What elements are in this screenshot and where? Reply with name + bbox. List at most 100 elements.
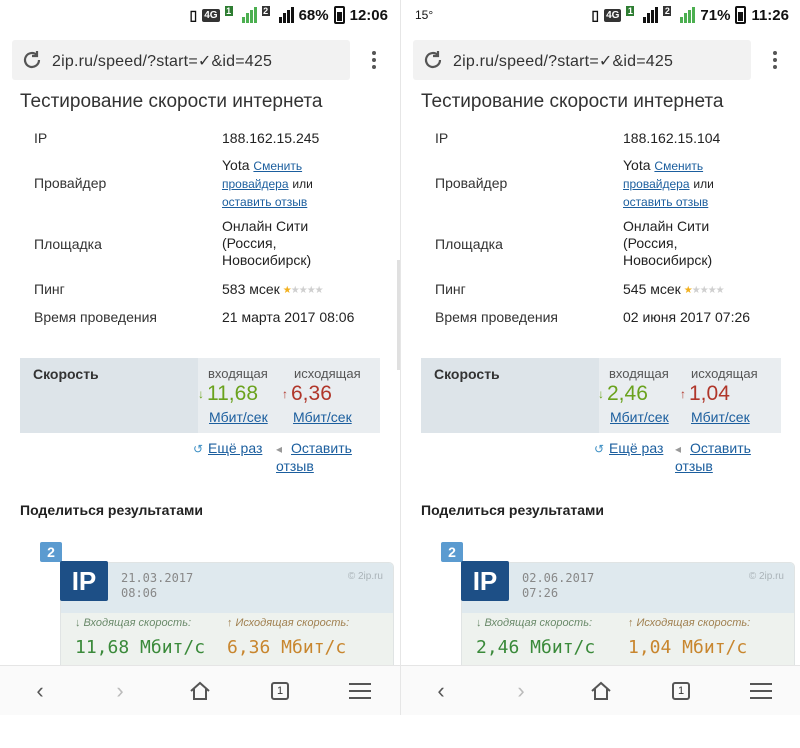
back-icon[interactable]: ‹ xyxy=(27,678,53,704)
site-line: Онлайн Сити xyxy=(623,218,710,234)
forward-icon[interactable]: › xyxy=(508,678,534,704)
arrow-up-icon: ↑ xyxy=(282,387,288,402)
speed-result-block: Скорость входящая исходящая ↓ 2,46 ↑ 1,04 … xyxy=(421,358,781,433)
card-date: 21.03.2017 08:06 xyxy=(121,571,194,600)
provider-name: Yota xyxy=(222,157,250,173)
time-label: Время проведения xyxy=(435,309,559,325)
browser-bottom-nav: ‹ › 1 xyxy=(401,665,800,715)
card-outgoing-value: 1,04 Мбит/с xyxy=(628,637,748,658)
url-bar[interactable]: 2ip.ru/speed/?start=✓&id=425 xyxy=(12,40,350,80)
ip-logo: IP xyxy=(461,561,509,601)
provider-name: Yota xyxy=(623,157,651,173)
retry-button[interactable]: ↺ Ещё раз xyxy=(193,440,262,456)
site-value: Онлайн Сити (Россия, Новосибирск) xyxy=(222,218,311,269)
signal-bars-icon xyxy=(680,7,696,23)
card-incoming-value: 11,68 Мбит/с xyxy=(75,637,206,658)
forward-icon[interactable]: › xyxy=(107,678,133,704)
change-provider-link-cont[interactable]: провайдера xyxy=(623,177,690,191)
incoming-value: 2,46 xyxy=(607,382,648,405)
outgoing-unit[interactable]: Мбит/сек xyxy=(293,409,352,425)
change-provider-link-cont[interactable]: провайдера xyxy=(222,177,289,191)
page-title: Тестирование скорости интернета xyxy=(20,91,323,112)
ping-label: Пинг xyxy=(435,281,466,297)
retry-button[interactable]: ↺ Ещё раз xyxy=(594,440,663,456)
tabs-icon[interactable]: 1 xyxy=(668,678,694,704)
url-bar[interactable]: 2ip.ru/speed/?start=✓&id=425 xyxy=(413,40,751,80)
reload-icon[interactable] xyxy=(20,48,44,72)
outgoing-header: исходящая xyxy=(294,366,361,381)
hamburger-menu-icon[interactable] xyxy=(748,678,774,704)
url-text[interactable]: 2ip.ru/speed/?start=✓&id=425 xyxy=(52,51,272,71)
home-icon[interactable] xyxy=(588,678,614,704)
time-value: 02 июня 2017 07:26 xyxy=(623,309,751,325)
browser-menu-icon[interactable] xyxy=(765,48,785,72)
tabs-icon[interactable]: 1 xyxy=(267,678,293,704)
signal-bars-icon xyxy=(241,7,257,23)
battery-icon xyxy=(735,6,747,24)
card-date: 02.06.2017 07:26 xyxy=(522,571,595,600)
vibrate-icon: ▯ xyxy=(189,6,198,23)
screenshot-panel-left: ▯ 4G 1 2 68% 12:06 2ip.ru/speed/?start=✓… xyxy=(0,0,400,715)
home-icon[interactable] xyxy=(187,678,213,704)
leave-review-link[interactable]: оставить отзыв xyxy=(623,195,708,209)
provider-label: Провайдер xyxy=(435,175,508,191)
card-incoming-label: ↓ Входящая скорость: xyxy=(75,617,192,629)
time-value: 21 марта 2017 08:06 xyxy=(222,309,355,325)
provider-value: Yota Сменить провайдера или оставить отз… xyxy=(222,157,313,211)
megaphone-icon: ◂ xyxy=(675,442,682,456)
badge-2-icon: 2 xyxy=(441,542,463,562)
leave-review-link[interactable]: оставить отзыв xyxy=(222,195,307,209)
sim1-signal-icon: 1 xyxy=(224,6,233,16)
incoming-value-wrap: ↓ 11,68 xyxy=(198,382,258,406)
hamburger-menu-icon[interactable] xyxy=(347,678,373,704)
badge-2-icon: 2 xyxy=(40,542,62,562)
reload-icon[interactable] xyxy=(421,48,445,72)
outgoing-header: исходящая xyxy=(691,366,758,381)
site-line: Новосибирск) xyxy=(222,252,312,268)
leave-review-button[interactable]: ◂ Оставить отзыв xyxy=(675,440,751,475)
arrow-down-icon: ↓ xyxy=(598,387,604,402)
page-title: Тестирование скорости интернета xyxy=(421,91,724,112)
browser-bottom-nav: ‹ › 1 xyxy=(0,665,400,715)
provider-value: Yota Сменить провайдера или оставить отз… xyxy=(623,157,714,211)
signal-bars-icon xyxy=(643,7,659,23)
sim2-signal-icon: 2 xyxy=(663,6,672,16)
site-value: Онлайн Сити (Россия, Новосибирск) xyxy=(623,218,712,269)
leave-review-button[interactable]: ◂ Оставить отзыв xyxy=(276,440,352,475)
ip-logo: IP xyxy=(60,561,108,601)
incoming-unit[interactable]: Мбит/сек xyxy=(610,409,669,425)
megaphone-icon: ◂ xyxy=(276,442,283,456)
sim2-signal-icon: 2 xyxy=(261,6,270,16)
provider-or: или xyxy=(693,177,714,191)
incoming-header: входящая xyxy=(609,366,669,381)
card-brand: © 2ip.ru xyxy=(748,571,784,582)
outgoing-value-wrap: ↑ 6,36 xyxy=(282,382,332,406)
browser-menu-icon[interactable] xyxy=(364,48,384,72)
back-icon[interactable]: ‹ xyxy=(428,678,454,704)
speed-label: Скорость xyxy=(33,366,99,382)
outgoing-value: 6,36 xyxy=(291,382,332,405)
card-outgoing-label: ↑ Исходящая скорость: xyxy=(227,617,350,629)
card-outgoing-label: ↑ Исходящая скорость: xyxy=(628,617,751,629)
outgoing-unit[interactable]: Мбит/сек xyxy=(691,409,750,425)
ping-value: 545 мсек xyxy=(623,281,681,297)
ip-label: IP xyxy=(435,130,449,146)
incoming-value: 11,68 xyxy=(207,382,258,405)
scrollbar[interactable] xyxy=(397,260,400,370)
card-incoming-label: ↓ Входящая скорость: xyxy=(476,617,593,629)
site-label: Площадка xyxy=(34,236,102,252)
clock: 12:06 xyxy=(349,6,388,24)
outgoing-value: 1,04 xyxy=(689,382,730,405)
url-text[interactable]: 2ip.ru/speed/?start=✓&id=425 xyxy=(453,51,673,71)
time-label: Время проведения xyxy=(34,309,158,325)
network-type-badge: 4G xyxy=(202,8,220,22)
network-type-badge: 4G xyxy=(604,8,622,22)
provider-or: или xyxy=(292,177,313,191)
share-results-title: Поделиться результатами xyxy=(20,502,203,518)
change-provider-link[interactable]: Сменить xyxy=(654,159,703,173)
site-label: Площадка xyxy=(435,236,503,252)
incoming-unit[interactable]: Мбит/сек xyxy=(209,409,268,425)
ip-value: 188.162.15.245 xyxy=(222,130,320,146)
change-provider-link[interactable]: Сменить xyxy=(253,159,302,173)
sim1-signal-icon: 1 xyxy=(626,6,635,16)
